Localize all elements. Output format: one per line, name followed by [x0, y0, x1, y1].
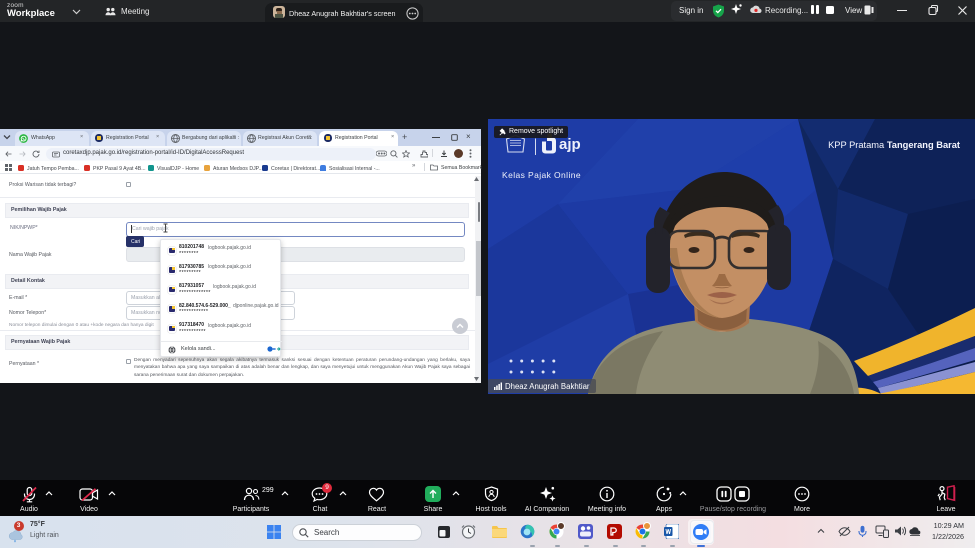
svg-text:ajp: ajp: [559, 136, 581, 153]
